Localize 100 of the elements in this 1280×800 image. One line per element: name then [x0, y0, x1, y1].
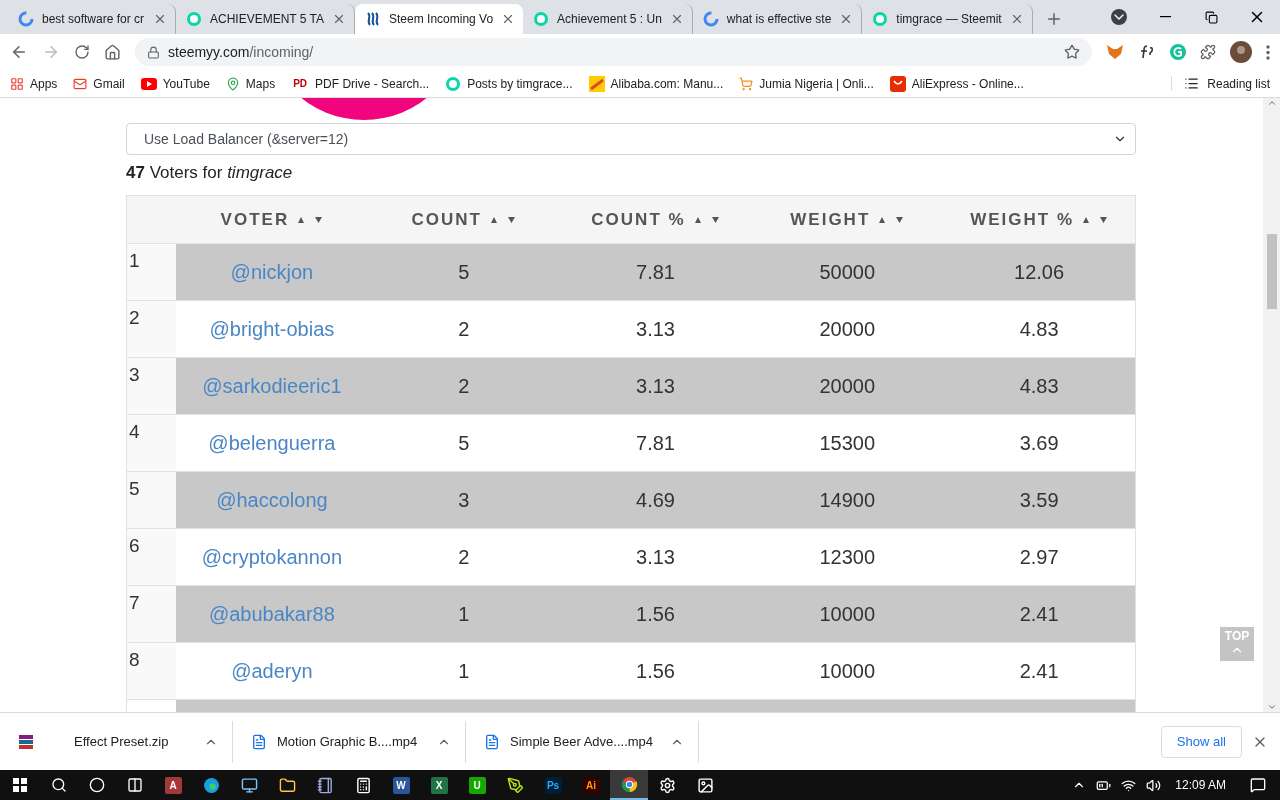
close-icon — [153, 12, 167, 26]
lock-icon — [147, 45, 160, 59]
task-view-icon — [127, 777, 143, 793]
voters-summary: 47 Voters for timgrace — [126, 163, 294, 184]
taskbar-app[interactable]: X — [420, 770, 458, 800]
bookmark-link[interactable]: AliExpress - Online... — [889, 75, 1024, 92]
bookmark-link[interactable]: Jumia Nigeria | Onli... — [739, 76, 874, 91]
bookmark-link[interactable]: Apps — [10, 76, 58, 91]
scroll-up-icon[interactable] — [1266, 98, 1277, 108]
server-select[interactable]: Use Load Balancer (&server=12) — [126, 123, 1136, 155]
gear-icon — [658, 776, 676, 794]
map-pin-icon — [225, 76, 240, 91]
taskbar-app[interactable] — [610, 770, 648, 800]
tab-close-button[interactable] — [153, 12, 167, 26]
forward-arrow-icon — [42, 43, 60, 61]
word-icon: W — [392, 776, 410, 794]
show-all-button[interactable]: Show all — [1160, 725, 1242, 758]
table-cell: 12.06 — [943, 244, 1135, 300]
taskbar-app[interactable]: A — [154, 770, 192, 800]
tab-title: what is effective ste — [726, 12, 832, 26]
home-button[interactable] — [104, 43, 121, 61]
download-item[interactable]: Motion Graphic B....mp4 — [233, 720, 466, 763]
tab-title: timgrace — Steemit — [896, 12, 1002, 26]
rank-cell: 8 — [127, 643, 176, 699]
bookmark-link[interactable]: YouTube — [140, 76, 210, 91]
slash-square-icon — [588, 75, 605, 92]
circle-icon — [89, 777, 105, 793]
table-cell: 1.56 — [559, 586, 752, 642]
cart-icon — [739, 76, 754, 91]
archive-icon — [18, 733, 34, 750]
rank-cell: 7 — [127, 586, 176, 642]
illustrator-icon: Ai — [582, 776, 600, 794]
wifi-icon[interactable] — [1121, 777, 1137, 793]
bookmark-link[interactable]: PD PDF Drive - Search... — [291, 75, 430, 92]
access-icon: A — [164, 776, 182, 794]
pen-icon — [506, 776, 524, 794]
tab-title: ACHIEVEMENT 5 TA — [210, 12, 325, 26]
sort-arrows-icon[interactable] — [1082, 215, 1108, 224]
function-icon[interactable] — [1138, 44, 1156, 60]
table-cell: 20000 — [751, 358, 944, 414]
volume-icon[interactable] — [1146, 777, 1162, 793]
rank-cell: 4 — [127, 415, 176, 471]
mail-icon — [73, 76, 88, 91]
column-header[interactable]: WEIGHT — [790, 209, 871, 230]
browser-tab[interactable]: Steem Incoming Vo — [355, 4, 524, 34]
speech-bubble-icon — [872, 11, 889, 27]
sort-arrows-icon[interactable] — [878, 215, 905, 224]
url-text: steemyy.com/incoming/ — [168, 44, 314, 60]
table-cell: 7.81 — [559, 244, 752, 300]
file-icon — [251, 733, 267, 750]
apps-grid-icon — [10, 76, 24, 91]
extensions-button[interactable] — [1200, 44, 1216, 60]
bookmark-link[interactable]: Maps — [225, 76, 276, 91]
taskbar-app[interactable]: Ps — [534, 770, 572, 800]
menu-button[interactable] — [1266, 44, 1270, 60]
taskbar-app[interactable]: W — [382, 770, 420, 800]
fox-icon[interactable] — [1106, 44, 1124, 60]
address-bar[interactable]: steemyy.com/incoming/ — [135, 38, 1092, 66]
google-icon — [702, 11, 719, 27]
calculator-icon — [354, 776, 372, 794]
scroll-down-icon[interactable] — [1266, 702, 1277, 712]
reload-button[interactable] — [74, 44, 90, 60]
bookmark-link[interactable]: Posts by timgrace... — [445, 75, 573, 92]
back-button[interactable] — [10, 43, 28, 61]
play-icon — [140, 77, 157, 90]
download-item[interactable]: Effect Preset.zip — [0, 720, 233, 763]
shopping-bag-icon — [889, 75, 906, 92]
table-cell: 2 — [367, 358, 560, 414]
column-header[interactable]: VOTER — [220, 209, 290, 230]
sort-arrows-icon[interactable] — [489, 215, 516, 224]
avatar-icon[interactable] — [1230, 41, 1252, 63]
file-icon — [484, 733, 500, 750]
reading-list-button[interactable]: Reading list — [1171, 76, 1270, 91]
google-icon — [18, 11, 34, 27]
clock-text[interactable]: 12:09 AM — [1175, 778, 1226, 792]
table-cell: 3.13 — [559, 358, 752, 414]
picture-icon — [696, 776, 714, 794]
scrollbar-thumb[interactable] — [1266, 234, 1277, 309]
puzzle-icon — [1200, 44, 1216, 60]
taskbar-app[interactable]: Ai — [572, 770, 610, 800]
edge-icon — [202, 776, 220, 794]
list-icon — [1184, 76, 1200, 91]
minimize-icon — [1159, 16, 1171, 18]
chrome-icon — [620, 775, 638, 793]
table-cell: 5 — [367, 244, 560, 300]
sort-arrows-icon[interactable] — [297, 215, 324, 224]
rank-cell: 1 — [127, 244, 176, 300]
sort-arrows-icon[interactable] — [693, 215, 720, 224]
table-cell: 3 — [367, 472, 560, 528]
menu-icon — [1266, 44, 1270, 60]
excel-icon: X — [430, 776, 448, 794]
column-header[interactable]: COUNT % — [591, 209, 686, 230]
column-header[interactable]: WEIGHT % — [970, 209, 1074, 230]
download-item[interactable]: Simple Beer Adve....mp4 — [466, 720, 699, 763]
column-header[interactable]: COUNT — [411, 209, 482, 230]
notepad-icon — [316, 776, 334, 794]
bookmark-link[interactable]: Gmail — [73, 76, 125, 91]
bookmark-link[interactable]: Alibaba.com: Manu... — [588, 75, 724, 92]
notifications-icon[interactable] — [1250, 777, 1266, 793]
bookmark-star-icon[interactable] — [1064, 44, 1080, 60]
